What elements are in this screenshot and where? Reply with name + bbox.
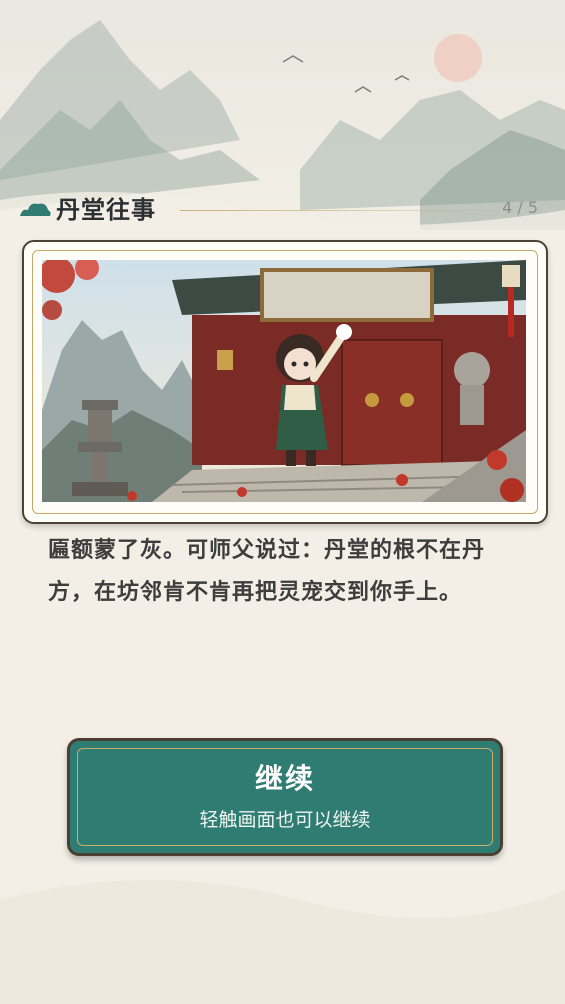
continue-button[interactable]: 继续 轻触画面也可以继续 [67, 738, 503, 856]
scene-illustration [42, 260, 526, 502]
page-counter: 4 / 5 [502, 198, 538, 217]
cloud-icon [20, 203, 51, 216]
chapter-title: 丹堂往事 [56, 196, 156, 224]
continue-hint: 轻触画面也可以继续 [199, 809, 371, 831]
title-divider [180, 210, 500, 211]
chapter-header: 丹堂往事 4 / 5 [18, 186, 548, 230]
scene-card[interactable] [22, 240, 548, 524]
continue-label: 继续 [254, 762, 315, 795]
story-text: 匾额蒙了灰。可师父说过：丹堂的根不在丹方，在坊邻肯不肯再把灵宠交到你手上。 [48, 538, 486, 605]
